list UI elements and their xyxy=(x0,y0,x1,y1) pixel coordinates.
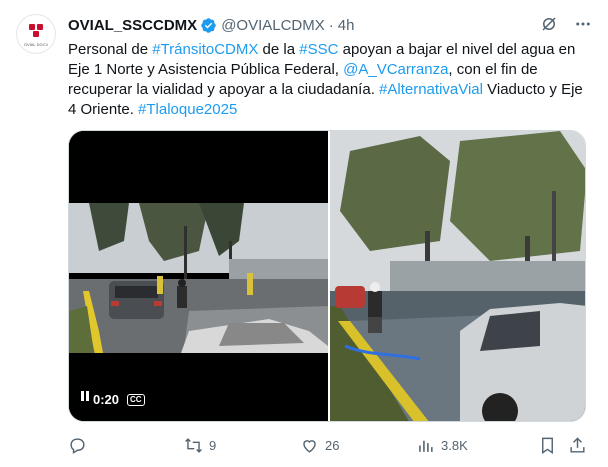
tweet-text: Personal de #TránsitoCDMX de la #SSC apo… xyxy=(68,40,590,120)
hashtag-link[interactable]: #SSC xyxy=(299,41,338,58)
author-handle[interactable]: @OVIALCDMX xyxy=(221,17,325,34)
photo-flood-street xyxy=(330,131,585,421)
avatar[interactable]: OVIAL DGCV xyxy=(16,14,56,54)
video-frame xyxy=(69,131,328,421)
media-image[interactable] xyxy=(328,131,585,421)
like-count: 26 xyxy=(325,437,340,453)
video-time: 0:20 xyxy=(93,392,120,407)
bookmark-button[interactable] xyxy=(538,436,557,455)
media-grid: 0:20 CC xyxy=(68,130,586,422)
reply-button[interactable] xyxy=(68,436,87,455)
author-name[interactable]: OVIAL_SSCCDMX xyxy=(68,17,197,34)
retweet-button[interactable]: 9 xyxy=(184,436,216,455)
hashtag-link[interactable]: #AlternativaVial xyxy=(379,81,483,98)
reply-icon xyxy=(70,437,85,454)
avatar-caption: OVIAL DGCV xyxy=(23,42,49,47)
share-button[interactable] xyxy=(568,436,587,455)
like-button[interactable]: 26 xyxy=(300,436,339,455)
captions-button[interactable]: CC xyxy=(127,393,145,406)
views-icon xyxy=(419,440,433,452)
like-icon xyxy=(303,439,316,453)
tweet-actions: 9 26 3.8K xyxy=(68,432,586,458)
separator-dot: · xyxy=(328,16,334,34)
retweet-count: 9 xyxy=(209,437,217,453)
video-player[interactable]: 0:20 CC xyxy=(69,131,328,421)
retweet-icon xyxy=(185,437,202,453)
hashtag-link[interactable]: #Tlaloque2025 xyxy=(138,101,237,118)
hashtag-link[interactable]: #TránsitoCDMX xyxy=(152,41,258,58)
mention-link[interactable]: @A_VCarranza xyxy=(343,61,448,78)
views-button[interactable]: 3.8K xyxy=(416,436,468,455)
video-controls[interactable]: 0:20 CC xyxy=(79,390,151,409)
share-icon xyxy=(570,436,585,453)
timestamp[interactable]: 4h xyxy=(338,17,355,34)
logo-mark xyxy=(29,24,43,38)
views-count: 3.8K xyxy=(441,437,468,453)
text-run: de la xyxy=(258,41,300,58)
verified-badge-icon[interactable] xyxy=(200,17,217,34)
more-icon[interactable] xyxy=(574,15,592,33)
tweet-header: OVIAL_SSCCDMX @OVIALCDMX · 4h xyxy=(68,15,592,35)
text-run: Personal de xyxy=(68,41,153,58)
grok-icon[interactable] xyxy=(540,15,558,33)
bookmark-icon xyxy=(542,437,553,454)
